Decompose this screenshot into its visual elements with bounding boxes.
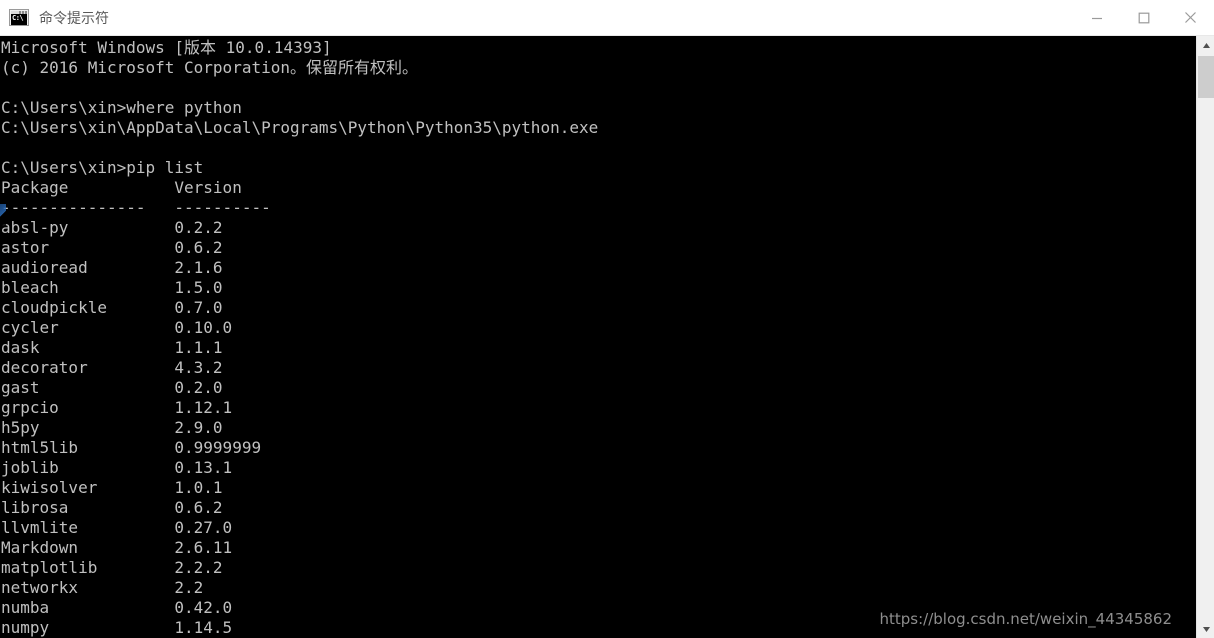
scroll-down-button[interactable] xyxy=(1198,620,1214,638)
scroll-up-button[interactable] xyxy=(1198,36,1214,54)
command-prompt-window: C:\ 命令提示符 Microsoft Windows [版本 10.0.143… xyxy=(0,0,1214,638)
title-bar[interactable]: C:\ 命令提示符 xyxy=(0,0,1214,36)
text-cursor-artifact xyxy=(0,204,6,226)
watermark-text: https://blog.csdn.net/weixin_44345862 xyxy=(879,610,1172,628)
close-button[interactable] xyxy=(1167,0,1214,36)
window-controls xyxy=(1073,0,1214,36)
close-icon xyxy=(1185,12,1196,23)
maximize-button[interactable] xyxy=(1120,0,1167,36)
scrollbar-track[interactable] xyxy=(1198,54,1214,620)
minimize-icon xyxy=(1091,17,1102,19)
console-text: Microsoft Windows [版本 10.0.14393] (c) 20… xyxy=(1,38,599,637)
maximize-icon xyxy=(1138,12,1149,23)
minimize-button[interactable] xyxy=(1073,0,1120,36)
window-title: 命令提示符 xyxy=(39,10,109,27)
vertical-scrollbar[interactable] xyxy=(1196,36,1214,638)
console-output-area[interactable]: Microsoft Windows [版本 10.0.14393] (c) 20… xyxy=(0,36,1196,638)
chevron-down-icon xyxy=(1203,626,1210,632)
scrollbar-thumb[interactable] xyxy=(1198,56,1214,98)
cmd-icon-screen: C:\ xyxy=(11,14,27,25)
chevron-up-icon xyxy=(1203,42,1210,48)
cmd-icon: C:\ xyxy=(9,9,29,26)
title-bar-left: C:\ 命令提示符 xyxy=(0,0,1073,35)
